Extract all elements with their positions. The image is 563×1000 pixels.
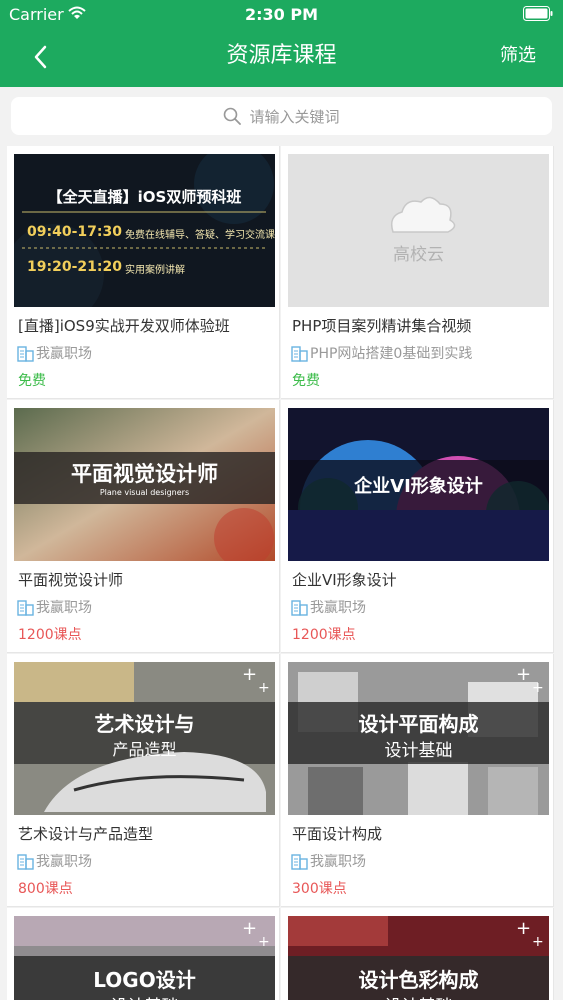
provider-name: PHP网站搭建0基础到实践 (310, 346, 473, 362)
filter-button[interactable]: 筛选 (500, 42, 536, 70)
course-card[interactable]: 高校云 PHP项目案列精讲集合视频 PHP网站搭建0基础到实践 免费 (281, 146, 554, 399)
course-title: 艺术设计与产品造型 (18, 825, 154, 843)
course-provider: 我赢职场 (17, 343, 92, 363)
course-title: 平面设计构成 (292, 825, 383, 843)
svg-text:+: + (516, 664, 531, 685)
course-price: 300课点 (292, 881, 347, 897)
thumbnail-heading: 【全天直播】iOS双师预科班 (47, 188, 242, 206)
building-icon (17, 853, 34, 870)
building-icon (17, 345, 34, 362)
course-title: PHP项目案列精讲集合视频 (292, 317, 472, 335)
page-title: 资源库课程 (226, 43, 337, 68)
clock: 2:30 PM (244, 5, 318, 24)
svg-text:+: + (258, 934, 270, 950)
thumbnail-time: 19:20-21:20 (27, 259, 122, 275)
course-title: 企业VI形象设计 (292, 571, 397, 589)
course-thumbnail: 平面视觉设计师 Plane visual designers (14, 408, 275, 561)
thumbnail-subheading: 产品造型 (112, 740, 177, 759)
course-card[interactable]: + + 设计平面构成 设计基础 平面设计构成 我赢职场 300课点 (281, 654, 554, 907)
course-card[interactable]: + + 设计色彩构成 设计基础 (281, 908, 554, 1000)
building-icon (17, 599, 34, 616)
svg-text:+: + (258, 680, 270, 696)
course-title: 平面视觉设计师 (18, 571, 124, 589)
course-card[interactable]: + + 艺术设计与 产品造型 艺术设计与产品造型 我赢职场 800课点 (7, 654, 280, 907)
cloud-icon (390, 196, 456, 233)
course-provider: 我赢职场 (291, 597, 366, 617)
thumbnail-heading: 设计色彩构成 (358, 968, 479, 992)
thumbnail-heading: LOGO设计 (93, 968, 196, 992)
course-price: 800课点 (18, 881, 73, 897)
thumbnail-text: 实用案例讲解 (125, 265, 185, 276)
svg-text:+: + (242, 664, 257, 685)
battery-icon (523, 6, 553, 21)
course-provider: PHP网站搭建0基础到实践 (291, 343, 472, 363)
search-icon (224, 107, 242, 125)
search-placeholder: 请输入关键词 (249, 107, 340, 126)
provider-name: 我赢职场 (36, 600, 92, 616)
course-card[interactable]: 企业VI形象设计 企业VI形象设计 我赢职场 1200课点 (281, 400, 554, 653)
thumbnail-heading: 艺术设计与 (94, 712, 195, 736)
course-thumbnail: + + 设计色彩构成 设计基础 (288, 916, 549, 1000)
course-card[interactable]: 平面视觉设计师 Plane visual designers 平面视觉设计师 我… (7, 400, 280, 653)
thumbnail-subheading: 设计基础 (288, 992, 549, 1000)
building-icon (291, 599, 308, 616)
course-thumbnail: + + 设计平面构成 设计基础 (288, 662, 549, 815)
course-provider: 我赢职场 (17, 851, 92, 871)
search-input[interactable]: 请输入关键词 (11, 97, 552, 135)
course-thumbnail: + + LOGO设计 设计基础 (14, 916, 275, 1000)
course-provider: 我赢职场 (17, 597, 92, 617)
app-header: Carrier 2:30 PM 资源库课程 筛选 (0, 0, 563, 87)
svg-text:+: + (242, 918, 257, 939)
thumbnail-heading: 设计平面构成 (358, 712, 479, 736)
thumbnail-subheading: 设计基础 (384, 741, 453, 761)
svg-text:+: + (532, 680, 544, 696)
building-icon (291, 345, 308, 362)
thumbnail-subheading: 设计基础 (14, 992, 275, 1000)
building-icon (291, 853, 308, 870)
course-thumbnail: + + 艺术设计与 产品造型 (14, 662, 275, 815)
thumbnail-subheading: Plane visual designers (99, 488, 190, 497)
course-thumbnail: 高校云 (288, 154, 549, 307)
thumbnail-time: 09:40-17:30 (27, 224, 122, 240)
course-title: [直播]iOS9实战开发双师体验班 (18, 317, 230, 335)
course-price: 1200课点 (18, 627, 82, 643)
course-price: 免费 (292, 373, 320, 389)
thumbnail-heading: 平面视觉设计师 (71, 462, 218, 486)
provider-name: 我赢职场 (36, 854, 92, 870)
status-bar: Carrier 2:30 PM (0, 0, 563, 30)
course-card[interactable]: 【全天直播】iOS双师预科班 09:40-17:30 免费在线辅导、答疑、学习交… (7, 146, 280, 399)
provider-name: 我赢职场 (36, 346, 92, 362)
svg-text:+: + (532, 934, 544, 950)
course-provider: 我赢职场 (291, 851, 366, 871)
provider-name: 我赢职场 (310, 854, 366, 870)
thumbnail-text: 免费在线辅导、答疑、学习交流课 (125, 230, 275, 241)
svg-text:+: + (516, 918, 531, 939)
course-card[interactable]: + + LOGO设计 设计基础 (7, 908, 280, 1000)
course-thumbnail: 企业VI形象设计 (288, 408, 549, 561)
thumbnail-logo-text: 高校云 (393, 245, 444, 265)
thumbnail-heading: 企业VI形象设计 (354, 476, 483, 497)
course-price: 1200课点 (292, 627, 356, 643)
course-price: 免费 (18, 373, 46, 389)
course-thumbnail: 【全天直播】iOS双师预科班 09:40-17:30 免费在线辅导、答疑、学习交… (14, 154, 275, 307)
provider-name: 我赢职场 (310, 600, 366, 616)
